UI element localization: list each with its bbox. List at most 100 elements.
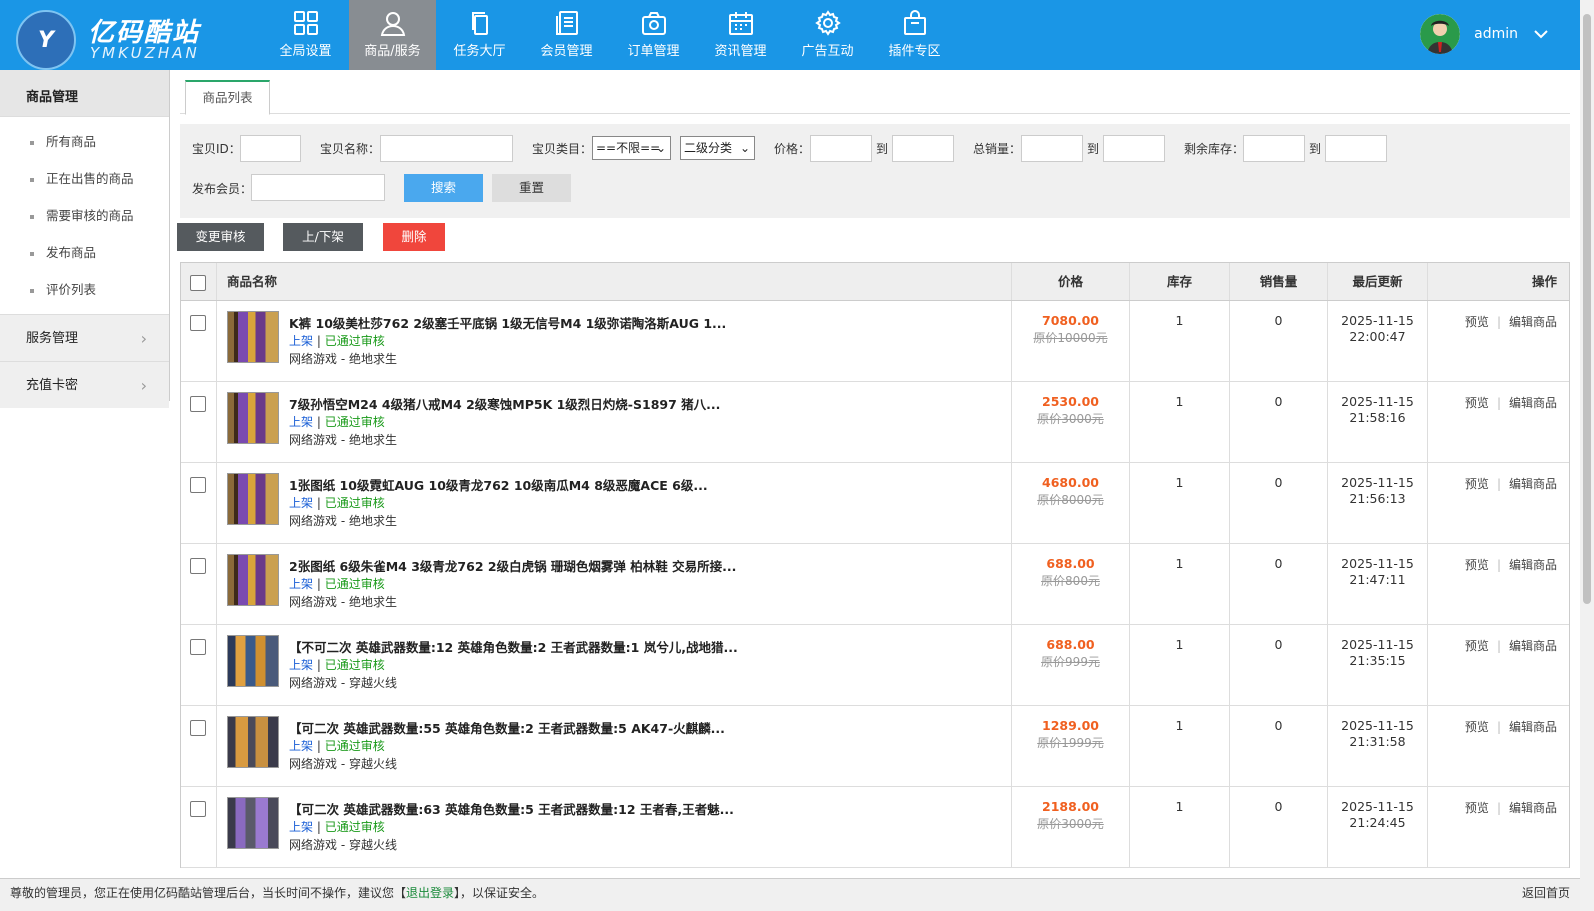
nav-orders[interactable]: 订单管理 [610,0,697,70]
header-price: 价格 [1012,263,1130,300]
product-name[interactable]: 1张图纸 10级霓虹AUG 10级青龙762 10级南瓜M4 8级恶魔ACE 6… [289,475,708,494]
product-status: 上架 | 已通过审核 [289,577,385,591]
search-button[interactable]: 搜索 [404,174,483,202]
row-checkbox[interactable] [190,720,206,736]
nav-news[interactable]: 资讯管理 [697,0,784,70]
nav-task-hall[interactable]: 任务大厅 [436,0,523,70]
row-checkbox[interactable] [190,315,206,331]
product-thumbnail[interactable] [227,311,279,363]
edit-link[interactable]: 编辑商品 [1509,315,1557,329]
nav-ads[interactable]: 广告互动 [784,0,871,70]
reset-button[interactable]: 重置 [492,174,571,202]
nav-goods[interactable]: 商品/服务 [349,0,436,70]
sales-value: 0 [1274,394,1283,409]
filter-stock-min[interactable] [1243,135,1305,162]
filter-category-select[interactable]: ==不限== ⌄ [592,136,671,160]
product-thumbnail[interactable] [227,716,279,768]
copy-icon [471,12,488,35]
preview-link[interactable]: 预览 [1465,558,1489,572]
filter-sales-min[interactable] [1021,135,1083,162]
gear-icon [814,10,841,36]
edit-link[interactable]: 编辑商品 [1509,720,1557,734]
updated-cell: 2025-11-15 21:31:58 [1328,706,1428,786]
row-actions: 预览 | 编辑商品 [1465,313,1557,330]
preview-link[interactable]: 预览 [1465,801,1489,815]
edit-link[interactable]: 编辑商品 [1509,639,1557,653]
product-name[interactable]: 【可二次 英雄武器数量:63 英雄角色数量:5 王者武器数量:12 王者春,王者… [289,799,734,818]
bag-icon [903,10,926,35]
scrollbar-thumb[interactable] [1583,14,1591,604]
preview-link[interactable]: 预览 [1465,396,1489,410]
edit-link[interactable]: 编辑商品 [1509,558,1557,572]
sidebar-item-all-goods[interactable]: 所有商品 [0,123,169,160]
nav-members[interactable]: 会员管理 [523,0,610,70]
delete-button[interactable]: 删除 [383,223,445,251]
preview-link[interactable]: 预览 [1465,315,1489,329]
filter-price-min[interactable] [810,135,872,162]
logo[interactable]: Y 亿码酷站 YMKUZHAN [16,10,226,70]
row-checkbox[interactable] [190,396,206,412]
row-checkbox[interactable] [190,558,206,574]
filter-id-input[interactable] [240,135,301,162]
filter-subcategory-select[interactable]: 二级分类 ⌄ [680,136,755,160]
sidebar-group-services[interactable]: 服务管理 › [0,314,169,361]
shelf-toggle-button[interactable]: 上/下架 [283,223,363,251]
goods-table: 商品名称 价格 库存 销售量 最后更新 操作 K裤 10级美杜莎762 2级塞壬… [180,262,1570,868]
page-scrollbar[interactable] [1580,0,1594,911]
preview-link[interactable]: 预览 [1465,720,1489,734]
product-thumbnail[interactable] [227,392,279,444]
row-select-cell [181,787,217,867]
updated-clock: 21:31:58 [1349,734,1406,749]
sidebar-item-reviews[interactable]: 评价列表 [0,271,169,308]
product-name[interactable]: 【可二次 英雄武器数量:55 英雄角色数量:2 王者武器数量:5 AK47-火麒… [289,718,725,737]
chevron-down-icon: ⌄ [739,141,750,155]
filter-stock-max[interactable] [1325,135,1387,162]
actions-cell: 预览 | 编辑商品 [1428,301,1569,381]
row-select-cell [181,382,217,462]
filter-name-input[interactable] [380,135,513,162]
sidebar-item-on-sale[interactable]: 正在出售的商品 [0,160,169,197]
actions-cell: 预览 | 编辑商品 [1428,382,1569,462]
product-thumbnail[interactable] [227,797,279,849]
nav-plugins[interactable]: 插件专区 [871,0,958,70]
table-row: 【不可二次 英雄武器数量:12 英雄角色数量:2 王者武器数量:1 岚兮儿,战地… [181,625,1569,706]
nav-global-settings[interactable]: 全局设置 [262,0,349,70]
preview-link[interactable]: 预览 [1465,477,1489,491]
product-name[interactable]: 【不可二次 英雄武器数量:12 英雄角色数量:2 王者武器数量:1 岚兮儿,战地… [289,637,738,656]
row-checkbox[interactable] [190,477,206,493]
filter-panel: 宝贝ID： 宝贝名称： 宝贝类目： ==不限== ⌄ 二级分类 ⌄ 价格： 到 总销… [180,124,1570,218]
edit-link[interactable]: 编辑商品 [1509,396,1557,410]
filter-member-input[interactable] [251,174,385,201]
nav-label: 广告互动 [801,44,854,59]
price: 2188.00 [1042,799,1099,814]
row-checkbox[interactable] [190,801,206,817]
nav-label: 插件专区 [888,44,941,59]
filter-price-max[interactable] [892,135,954,162]
select-all-checkbox[interactable] [190,275,206,291]
tab-goods-list[interactable]: 商品列表 [185,80,270,115]
sidebar-item-publish[interactable]: 发布商品 [0,234,169,271]
product-name[interactable]: 2张图纸 6级朱雀M4 3级青龙762 2级白虎锅 珊瑚色烟雾弹 柏林鞋 交易所… [289,556,736,575]
header-sales: 销售量 [1230,263,1328,300]
product-category: 网络游戏 - 绝地求生 [289,595,397,609]
product-thumbnail[interactable] [227,635,279,687]
edit-link[interactable]: 编辑商品 [1509,477,1557,491]
logout-link[interactable]: 退出登录 [406,886,454,900]
product-thumbnail[interactable] [227,554,279,606]
preview-link[interactable]: 预览 [1465,639,1489,653]
user-menu[interactable]: admin [1420,14,1548,54]
row-checkbox[interactable] [190,639,206,655]
product-name[interactable]: K裤 10级美杜莎762 2级塞壬平底锅 1级无信号M4 1级弥诺陶洛斯AUG … [289,313,726,332]
product-name[interactable]: 7级孙悟空M24 4级猪八戒M4 2级寒蚀MP5K 1级烈日灼烧-S1897 猪… [289,394,720,413]
home-link[interactable]: 返回首页 [1522,879,1570,907]
sidebar-group-cards[interactable]: 充值卡密 › [0,361,169,408]
stock-value: 1 [1175,556,1184,571]
change-audit-button[interactable]: 变更审核 [177,223,264,251]
table-row: 1张图纸 10级霓虹AUG 10级青龙762 10级南瓜M4 8级恶魔ACE 6… [181,463,1569,544]
edit-link[interactable]: 编辑商品 [1509,801,1557,815]
row-select-cell [181,625,217,705]
filter-sales-max[interactable] [1103,135,1165,162]
product-thumbnail[interactable] [227,473,279,525]
sidebar-item-pending-review[interactable]: 需要审核的商品 [0,197,169,234]
actions-cell: 预览 | 编辑商品 [1428,625,1569,705]
